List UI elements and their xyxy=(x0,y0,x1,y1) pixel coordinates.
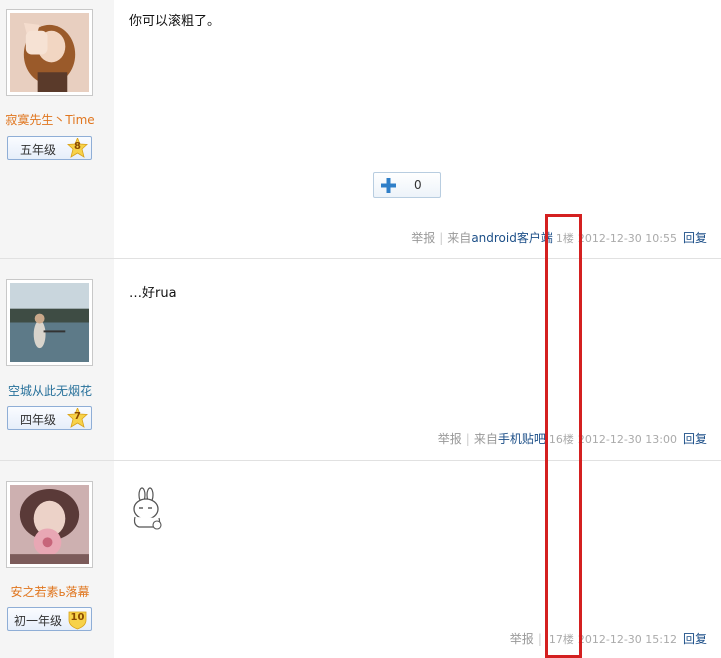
post-content: 你可以滚粗了。 xyxy=(129,14,221,29)
source-prefix: 来自 xyxy=(447,231,472,245)
level-label: 五年级 xyxy=(19,143,56,157)
level-badge[interactable]: 四年级 7 xyxy=(7,406,92,430)
report-link[interactable]: 举报 xyxy=(510,632,534,646)
meta-separator: | xyxy=(439,231,444,245)
star-icon xyxy=(67,408,88,428)
reply-link[interactable]: 回复 xyxy=(683,231,707,245)
post-datetime: 2012-12-30 13:00 xyxy=(577,433,677,446)
report-link[interactable]: 举报 xyxy=(438,432,462,446)
report-link[interactable]: 举报 xyxy=(411,231,435,245)
avatar-photo xyxy=(10,283,89,362)
plus-one-button[interactable]: 0 xyxy=(373,172,441,198)
level-label: 四年级 xyxy=(19,413,56,427)
post-content: …好rua xyxy=(129,286,177,301)
level-badge[interactable]: 五年级 8 xyxy=(7,136,92,160)
avatar-photo xyxy=(10,485,89,564)
reply-link[interactable]: 回复 xyxy=(683,432,707,446)
source-link[interactable]: 手机贴吧 xyxy=(498,432,546,446)
star-icon xyxy=(67,138,88,158)
username[interactable]: 空城从此无烟花 xyxy=(0,382,100,399)
reply-link[interactable]: 回复 xyxy=(683,632,707,646)
post-floor-17: 安之若素ь落幕 初一年级 10 举报|17楼2012-12-30 15:1 xyxy=(0,461,721,658)
avatar-photo xyxy=(10,13,89,92)
meta-separator: | xyxy=(537,632,542,646)
meta-separator: | xyxy=(465,432,470,446)
post-datetime: 2012-12-30 15:12 xyxy=(577,633,677,646)
post-datetime: 2012-12-30 10:55 xyxy=(577,232,677,245)
avatar[interactable] xyxy=(6,481,93,568)
username[interactable]: 寂寞先生丶Time xyxy=(0,111,100,128)
username[interactable]: 安之若素ь落幕 xyxy=(0,583,100,600)
rabbit-emoticon-icon xyxy=(133,487,162,530)
author-sidebar: 安之若素ь落幕 初一年级 10 xyxy=(0,461,114,658)
thread-page: 寂寞先生丶Time 五年级 8 你可以滚粗了。 0 举报 | 来自android客户… xyxy=(0,0,721,658)
source-prefix: 来自 xyxy=(473,432,498,446)
post-floor-1: 寂寞先生丶Time 五年级 8 你可以滚粗了。 0 举报 | 来自android客户… xyxy=(0,0,721,258)
plus-icon xyxy=(381,178,396,193)
avatar[interactable] xyxy=(6,9,93,96)
highlight-box xyxy=(545,214,582,658)
shield-icon xyxy=(68,611,87,630)
author-sidebar: 空城从此无烟花 四年级 7 xyxy=(0,259,114,460)
post-floor-16: 空城从此无烟花 四年级 7 …好rua 举报 | 来自手机贴吧 16楼 2012-12-… xyxy=(0,259,721,460)
source-link[interactable]: android客户端 xyxy=(471,231,553,245)
level-label: 初一年级 xyxy=(13,614,62,628)
post-content xyxy=(129,487,167,535)
avatar[interactable] xyxy=(6,279,93,366)
level-badge[interactable]: 初一年级 10 xyxy=(7,607,92,631)
plus-count: 0 xyxy=(414,178,422,192)
post-meta: 举报 | 17楼 2012-12-30 15:12 回复 xyxy=(510,630,707,647)
author-sidebar: 寂寞先生丶Time 五年级 8 xyxy=(0,0,114,258)
